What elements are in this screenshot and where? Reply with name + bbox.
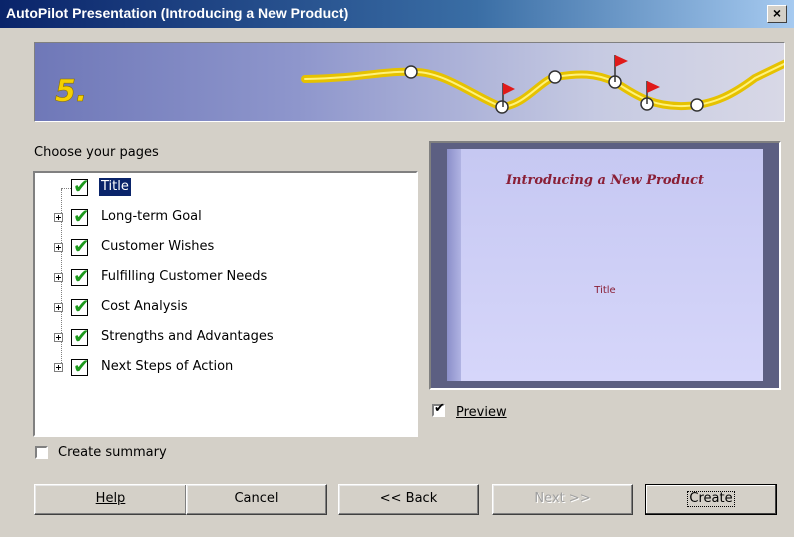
slide-thumbnail: Introducing a New Product Title — [447, 149, 763, 381]
step-number: 5. — [55, 74, 87, 109]
close-button[interactable]: × — [767, 5, 787, 23]
milestone-node — [548, 70, 562, 84]
tree-item-fulfilling-customer-needs[interactable]: ✔ Fulfilling Customer Needs — [35, 265, 415, 291]
create-summary-label[interactable]: Create summary — [58, 445, 167, 460]
checkmark-icon: ✔ — [73, 324, 90, 348]
preview-checkbox-label[interactable]: Preview — [456, 405, 507, 420]
page-checkbox[interactable]: ✔ — [71, 295, 90, 317]
window-title: AutoPilot Presentation (Introducing a Ne… — [6, 5, 349, 21]
title-bar: AutoPilot Presentation (Introducing a Ne… — [0, 0, 794, 28]
tree-item-label: Next Steps of Action — [101, 359, 234, 374]
tree-item-label: Customer Wishes — [101, 239, 215, 254]
cancel-button-label: Cancel — [234, 491, 279, 506]
expand-icon[interactable] — [54, 303, 63, 312]
tree-item-next-steps-of-action[interactable]: ✔ Next Steps of Action — [35, 355, 415, 381]
slide-title: Introducing a New Product — [505, 173, 705, 188]
help-button[interactable]: Help — [34, 484, 187, 515]
page-checkbox[interactable]: ✔ — [71, 325, 90, 347]
page-checkbox[interactable]: ✔ — [71, 235, 90, 257]
checkmark-icon: ✔ — [73, 174, 90, 198]
next-button[interactable]: Next >> — [492, 484, 633, 515]
expand-icon[interactable] — [54, 363, 63, 372]
choose-pages-label: Choose your pages — [34, 145, 159, 160]
checkmark-icon: ✔ — [73, 354, 90, 378]
expand-icon[interactable] — [54, 273, 63, 282]
slide-subtitle: Title — [594, 285, 616, 296]
milestone-node — [690, 98, 704, 112]
checkmark-icon: ✔ — [73, 264, 90, 288]
wizard-banner: 5. — [34, 42, 785, 122]
help-button-label: Help — [95, 491, 126, 506]
milestone-node — [495, 100, 509, 114]
expand-icon[interactable] — [54, 333, 63, 342]
tree-item-strengths-and-advantages[interactable]: ✔ Strengths and Advantages — [35, 325, 415, 351]
tree-item-label: Title — [99, 178, 131, 196]
next-button-label: Next >> — [534, 491, 591, 506]
checkmark-icon: ✔ — [434, 401, 445, 416]
tree-item-long-term-goal[interactable]: ✔ Long-term Goal — [35, 205, 415, 231]
create-summary-checkbox[interactable] — [35, 446, 48, 459]
checkmark-icon: ✔ — [73, 204, 90, 228]
tree-item-label: Fulfilling Customer Needs — [101, 269, 268, 284]
expand-icon[interactable] — [54, 213, 63, 222]
create-button[interactable]: Create — [645, 484, 777, 515]
tree-item-customer-wishes[interactable]: ✔ Customer Wishes — [35, 235, 415, 261]
checkmark-icon: ✔ — [73, 234, 90, 258]
pages-tree[interactable]: ✔ Title ✔ Long-term Goal ✔ Customer Wish… — [33, 171, 418, 437]
tree-item-cost-analysis[interactable]: ✔ Cost Analysis — [35, 295, 415, 321]
page-checkbox[interactable]: ✔ — [71, 355, 90, 377]
tree-item-title[interactable]: ✔ Title — [35, 175, 415, 201]
back-button[interactable]: << Back — [338, 484, 479, 515]
progress-path-graphic: 5. — [55, 55, 784, 114]
milestone-node — [404, 65, 418, 79]
tree-item-label: Strengths and Advantages — [101, 329, 274, 344]
back-button-label: << Back — [379, 491, 438, 506]
page-checkbox[interactable]: ✔ — [71, 265, 90, 287]
cancel-button[interactable]: Cancel — [186, 484, 327, 515]
expand-icon[interactable] — [54, 243, 63, 252]
preview-checkbox[interactable]: ✔ — [432, 401, 445, 417]
create-button-label: Create — [687, 491, 735, 507]
tree-item-label: Cost Analysis — [101, 299, 188, 314]
tree-item-label: Long-term Goal — [101, 209, 202, 224]
page-checkbox[interactable]: ✔ — [71, 205, 90, 227]
checkmark-icon: ✔ — [73, 294, 90, 318]
slide-preview-pane: Introducing a New Product Title — [429, 141, 781, 390]
page-checkbox[interactable]: ✔ — [71, 175, 90, 197]
